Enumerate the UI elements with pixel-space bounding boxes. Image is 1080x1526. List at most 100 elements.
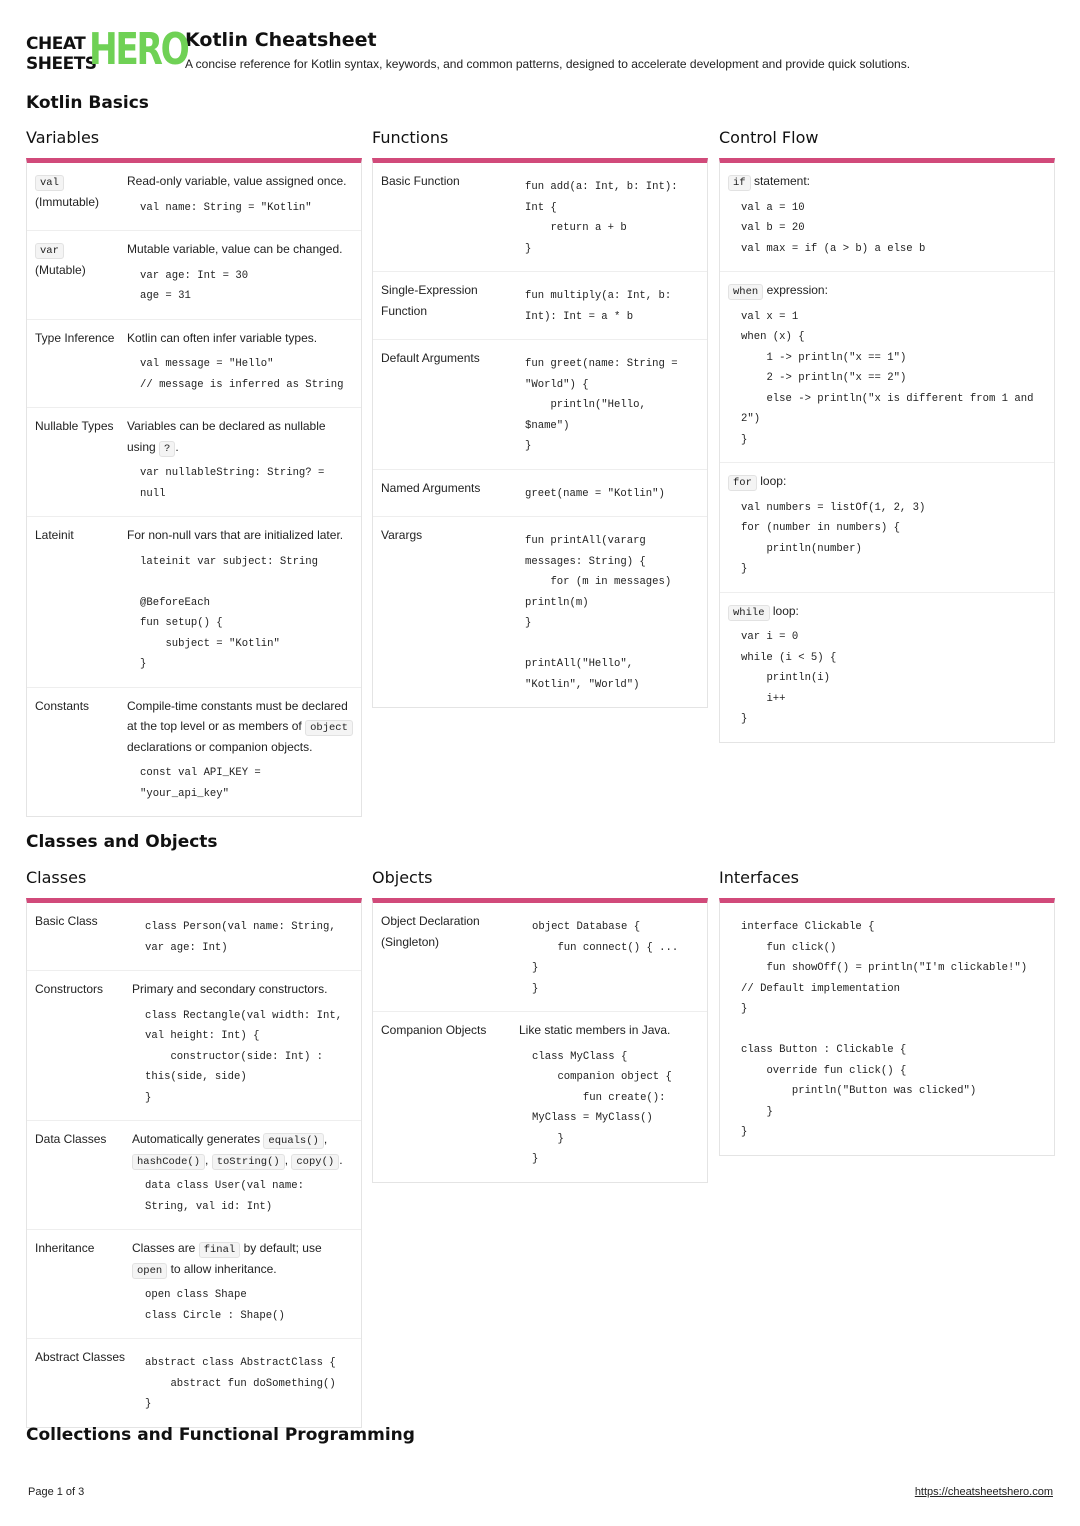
table-row: Companion Objects Like static members in… [373,1012,707,1182]
section-title-classes-and-objects: Classes and Objects [26,832,218,852]
code-block: val a = 10 val b = 20 val max = if (a > … [741,201,926,255]
website-link[interactable]: https://cheatsheetshero.com [915,1486,1053,1498]
code-block: abstract class AbstractClass { abstract … [145,1357,336,1410]
code-block: fun add(a: Int, b: Int): Int { return a … [525,181,678,255]
panel-title: Control Flow [719,128,819,147]
table-row: Type Inference Kotlin can often infer va… [27,320,361,408]
code-chip: var [35,243,64,259]
table-row: for loop: val numbers = listOf(1, 2, 3) … [720,463,1054,593]
row-description: Variables can be declared as nullable us… [127,419,326,457]
code-block: const val API_KEY = "your_api_key" [140,767,261,800]
variables-card: val (Immutable) Read-only variable, value… [26,158,362,817]
row-description: Classes are final by default; use open t… [132,1241,322,1279]
code-block: class MyClass { companion object { fun c… [532,1050,672,1166]
row-label: Constructors [35,982,104,996]
page-description: A concise reference for Kotlin syntax, k… [185,57,911,71]
logo-text-left: CHEAT SHEETS [26,34,97,74]
table-row: var (Mutable) Mutable variable, value can… [27,231,361,320]
row-heading: expression: [766,283,828,297]
row-description: Compile-time constants must be declared … [127,696,353,758]
row-label: Object Declaration (Singleton) [381,914,480,949]
row-label: Constants [35,698,90,713]
code-chip: object [305,720,353,736]
code-block: fun greet(name: String = "World") { prin… [525,358,678,452]
row-label: (Immutable) [35,194,100,209]
table-row: Varargs fun printAll(vararg messages: St… [373,517,707,707]
code-block: fun printAll(vararg messages: String) { … [525,535,672,691]
row-label: Basic Function [381,174,460,188]
panel-title: Functions [372,128,449,147]
row-description: For non-null vars that are initialized l… [127,528,344,542]
table-row: Basic Function fun add(a: Int, b: Int): … [373,163,707,272]
panel-title: Variables [26,128,100,147]
code-block: class Rectangle(val width: Int, val heig… [145,1009,343,1104]
row-description: Like static members in Java. [519,1023,671,1037]
row-label: Default Arguments [381,351,480,365]
interfaces-panel: Interfaces interface Clickable { fun cli… [719,867,1055,1156]
code-chip: copy() [291,1153,340,1170]
panel-title: Classes [26,868,87,887]
code-block: val x = 1 when (x) { 1 -> println("x == … [741,310,1034,446]
page-title: Kotlin Cheatsheet [185,29,377,51]
code-chip: when [728,284,764,300]
row-description: Kotlin can often infer variable types. [127,330,318,345]
row-label: Data Classes [35,1132,107,1146]
row-label: Single-Expression Function [381,283,478,318]
code-chip: hashCode() [132,1153,206,1170]
classes-card: Basic Class class Person(val name: Strin… [26,898,362,1428]
control-flow-card: if statement: val a = 10 val b = 20 val … [719,158,1055,743]
row-heading: statement: [753,174,810,188]
row-description: Primary and secondary constructors. [132,982,328,996]
table-row: Data Classes Automatically generates equ… [27,1121,361,1230]
code-block: lateinit var subject: String @BeforeEach… [140,555,319,671]
row-label: Named Arguments [381,480,481,495]
functions-card: Basic Function fun add(a: Int, b: Int): … [372,158,708,708]
classes-panel: Classes Basic Class class Person(val nam… [26,867,362,1428]
objects-card: Object Declaration (Singleton) object Da… [372,898,708,1183]
row-label: Lateinit [35,528,74,542]
code-block: open class Shape class Circle : Shape() [145,1289,285,1322]
code-chip: if [728,175,751,191]
code-chip: val [35,175,64,191]
code-chip: open [132,1262,168,1279]
row-label: Type Inference [35,330,115,345]
row-label: Abstract Classes [35,1350,126,1364]
code-block: fun multiply(a: Int, b: Int): Int = a * … [525,290,672,323]
table-row: Basic Class class Person(val name: Strin… [27,903,361,971]
cheatsheetshero-logo[interactable]: CHEAT SHEETS HERO [26,27,190,76]
panel-title: Objects [372,868,433,887]
table-row: val (Immutable) Read-only variable, value… [27,163,361,231]
section-title-kotlin-basics: Kotlin Basics [26,93,149,113]
code-block: var nullableString: String? = null [140,467,325,500]
table-row: Default Arguments fun greet(name: String… [373,340,707,470]
table-row: Object Declaration (Singleton) object Da… [373,903,707,1012]
logo-line-sheets: SHEETS [26,54,97,74]
code-block: var age: Int = 30 age = 31 [140,269,249,303]
row-description: Mutable variable, value can be changed. [127,242,343,256]
table-row: Inheritance Classes are final by default… [27,1230,361,1339]
variables-panel: Variables val (Immutable) Read-only varia… [26,127,362,817]
row-label: (Mutable) [35,262,86,277]
table-row: when expression: val x = 1 when (x) { 1 … [720,272,1054,463]
logo-line-cheat: CHEAT [26,34,86,54]
code-chip: for [728,475,757,491]
code-block: val message = "Hello" // message is infe… [140,358,344,391]
table-row: while loop: var i = 0 while (i < 5) { pr… [720,593,1054,742]
table-row: Nullable Types Variables can be declared… [27,408,361,517]
control-flow-panel: Control Flow if statement: val a = 10 va… [719,127,1055,743]
table-row: interface Clickable { fun click() fun sh… [720,903,1054,1155]
row-description: Read-only variable, value assigned once. [127,174,347,188]
table-row: Abstract Classes abstract class Abstract… [27,1339,361,1427]
code-chip: toString() [211,1153,285,1170]
interfaces-card: interface Clickable { fun click() fun sh… [719,898,1055,1156]
functions-panel: Functions Basic Function fun add(a: Int,… [372,127,708,708]
code-block: interface Clickable { fun click() fun sh… [741,921,1028,1138]
code-block: val numbers = listOf(1, 2, 3) for (numbe… [741,501,926,576]
logo-text-hero: HERO [89,24,190,75]
table-row: Lateinit For non-null vars that are init… [27,517,361,688]
table-row: if statement: val a = 10 val b = 20 val … [720,163,1054,272]
row-label: Varargs [381,528,423,542]
code-block: data class User(val name: String, val id… [145,1180,304,1213]
table-row: Single-Expression Function fun multiply(… [373,272,707,340]
code-chip: final [198,1242,241,1258]
